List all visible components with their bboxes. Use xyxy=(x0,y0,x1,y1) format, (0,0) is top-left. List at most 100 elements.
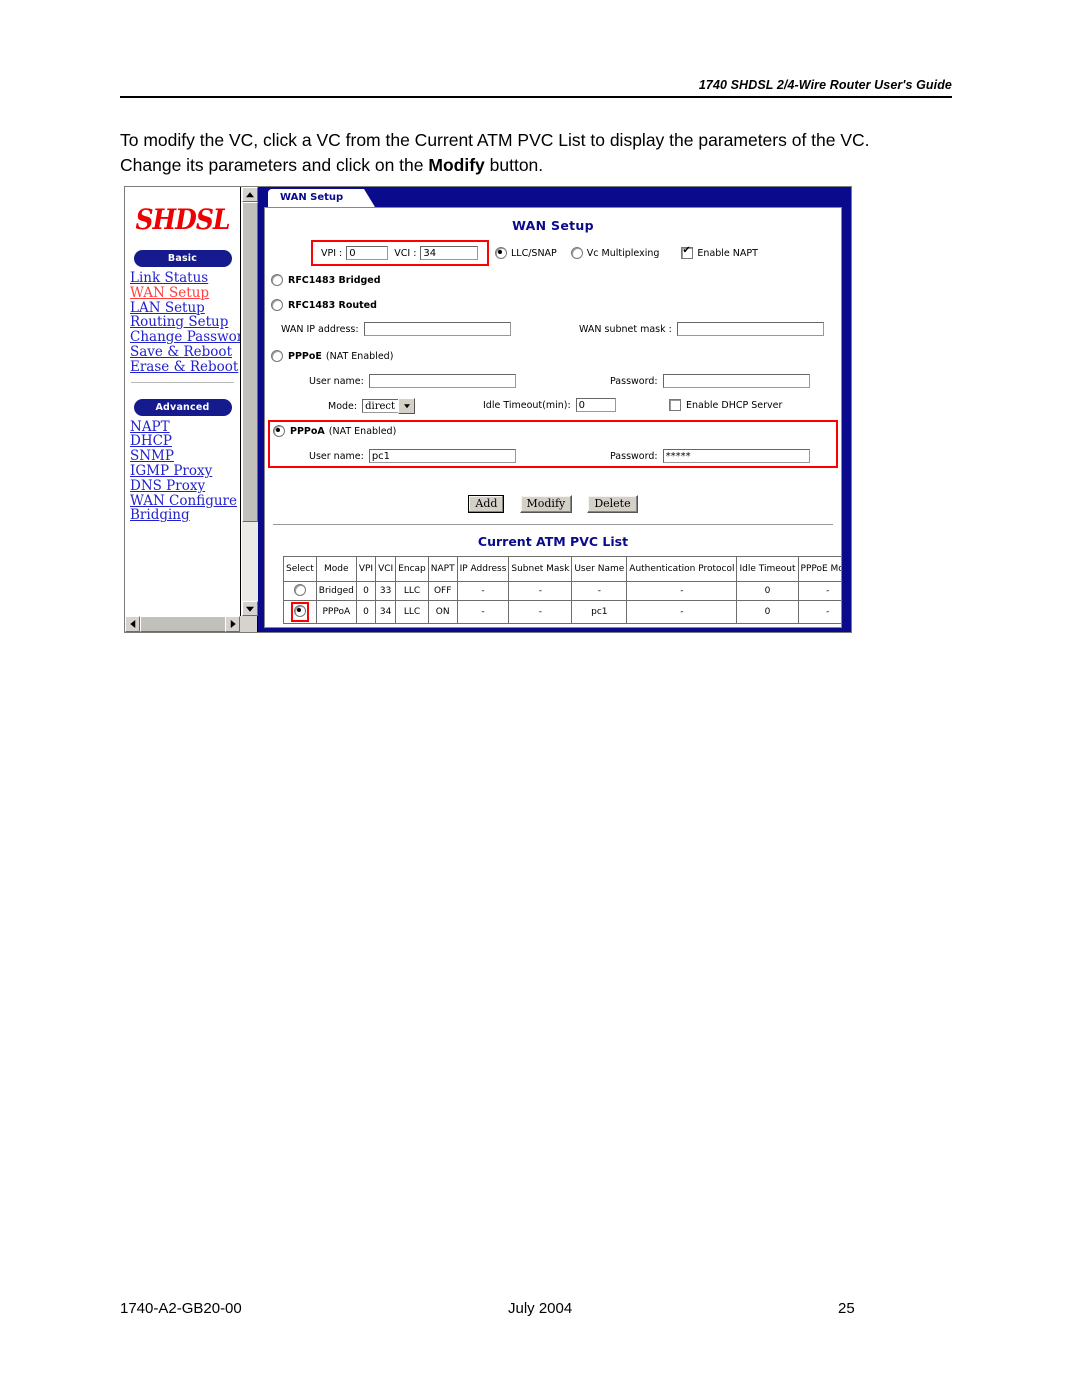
wan-mask-input[interactable] xyxy=(676,322,824,336)
radio-pppoe[interactable] xyxy=(271,350,283,362)
radio-rfc1483-routed[interactable] xyxy=(271,299,283,311)
mode-select-value[interactable]: direct xyxy=(362,399,399,413)
wan-ip-input[interactable] xyxy=(363,322,511,336)
select-radio-wrapper xyxy=(293,583,307,599)
enable-napt-label: Enable NAPT xyxy=(697,247,758,259)
footer-doc-number: 1740-A2-GB20-00 xyxy=(120,1300,242,1317)
modify-button[interactable]: Modify xyxy=(519,495,573,513)
chevron-down-icon xyxy=(403,404,410,409)
idle-timeout-row: Idle Timeout(min): 0 xyxy=(483,398,616,412)
sidebar-item-change-password[interactable]: Change Password xyxy=(130,330,240,345)
llcsnap-label: LLC/SNAP xyxy=(511,247,557,259)
select-radio-wrapper-highlighted xyxy=(290,602,309,622)
horizontal-scroll-thumb[interactable] xyxy=(140,616,228,632)
section-divider xyxy=(273,524,833,525)
sidebar-item-napt[interactable]: NAPT xyxy=(130,419,240,435)
th-encap: Encap xyxy=(395,556,429,582)
intro-line-2: Change its parameters and click on the M… xyxy=(120,153,958,178)
scroll-up-button[interactable] xyxy=(242,187,258,202)
sidebar-item-snmp[interactable]: SNMP xyxy=(130,449,240,464)
row-select-cell[interactable] xyxy=(283,581,317,601)
cell-auth-protocol: - xyxy=(626,600,738,624)
nav-divider xyxy=(131,381,234,383)
cell-encap: LLC xyxy=(395,600,429,624)
radio-llcsnap[interactable] xyxy=(495,247,507,259)
wan-ip-row: WAN IP address: xyxy=(281,322,511,336)
option-pppoa: PPPoA (NAT Enabled) xyxy=(273,425,396,437)
sidebar-item-dhcp[interactable]: DHCP xyxy=(130,434,240,449)
mode-dropdown-button[interactable] xyxy=(398,398,416,414)
sidebar-item-bridging[interactable]: Bridging xyxy=(130,508,240,523)
table-row[interactable]: Bridged 0 33 LLC OFF - - - - 0 - Down xyxy=(283,581,841,601)
cell-napt: OFF xyxy=(427,581,458,601)
nav-vertical-scrollbar[interactable] xyxy=(241,187,258,616)
th-vpi: VPI xyxy=(355,556,377,582)
tab-wan-setup[interactable]: WAN Setup xyxy=(268,189,375,207)
pppoa-password-input[interactable]: ***** xyxy=(662,449,810,463)
pppoa-password-row: Password: ***** xyxy=(610,449,810,463)
pvc-list-title: Current ATM PVC List xyxy=(477,534,629,549)
vc-multiplexing-label: Vc Multiplexing xyxy=(586,247,660,259)
pppoe-password-input[interactable] xyxy=(662,374,810,388)
nav-horizontal-scrollbar[interactable] xyxy=(125,616,257,632)
chevron-left-icon xyxy=(129,620,135,628)
table-header-row: Select Mode VPI VCI Encap NAPT IP Addres… xyxy=(283,556,841,582)
row-select-radio[interactable] xyxy=(293,584,306,596)
vertical-scroll-trough[interactable] xyxy=(242,522,258,601)
rfc1483-routed-label: RFC1483 Routed xyxy=(288,299,377,311)
option-rfc1483-routed: RFC1483 Routed xyxy=(271,299,377,311)
pppoa-note: (NAT Enabled) xyxy=(328,425,397,437)
wan-setup-panel: WAN Setup VPI : 0 VCI : 34 LLC/SNAP Vc M… xyxy=(264,207,842,628)
idle-timeout-label: Idle Timeout(min): xyxy=(483,399,571,411)
vpi-vci-highlight-box: VPI : 0 VCI : 34 xyxy=(311,240,489,266)
scroll-right-button[interactable] xyxy=(225,616,240,632)
th-user-name: User Name xyxy=(571,556,628,582)
sidebar-item-routing-setup[interactable]: Routing Setup xyxy=(130,315,240,330)
checkbox-enable-napt[interactable] xyxy=(681,245,694,259)
checkbox-enable-dhcp-server[interactable] xyxy=(669,399,681,411)
sidebar-item-wan-setup[interactable]: WAN Setup xyxy=(130,285,240,301)
sidebar-item-igmp-proxy[interactable]: IGMP Proxy xyxy=(130,464,240,479)
sidebar-item-lan-setup[interactable]: LAN Setup xyxy=(130,300,240,316)
th-pppoe-mode: PPPoE Mode xyxy=(797,556,841,582)
cell-subnet-mask: - xyxy=(508,600,573,624)
radio-vc-multiplexing[interactable] xyxy=(570,247,583,259)
sidebar-item-save-reboot[interactable]: Save & Reboot xyxy=(130,345,240,360)
intro-paragraph: To modify the VC, click a VC from the Cu… xyxy=(120,128,958,178)
pppoe-user-row: User name: xyxy=(309,374,516,388)
add-button[interactable]: Add xyxy=(468,495,505,513)
chevron-up-icon xyxy=(246,191,254,197)
pppoa-user-input[interactable]: pc1 xyxy=(368,449,516,463)
pppoe-password-label: Password: xyxy=(610,375,658,387)
enable-dhcp-server-label: Enable DHCP Server xyxy=(686,399,783,411)
radio-pppoa[interactable] xyxy=(273,425,285,437)
table-row[interactable]: PPPoA 0 34 LLC ON - - pc1 - 0 - Down xyxy=(283,600,841,624)
idle-timeout-input[interactable]: 0 xyxy=(575,398,616,412)
sidebar-item-dns-proxy[interactable]: DNS Proxy xyxy=(130,478,240,494)
vertical-scroll-thumb[interactable] xyxy=(242,202,258,522)
row-select-radio[interactable] xyxy=(293,605,306,617)
cell-mode: Bridged xyxy=(315,581,357,601)
mode-label: Mode: xyxy=(328,400,358,412)
current-atm-pvc-table: Select Mode VPI VCI Encap NAPT IP Addres… xyxy=(283,556,841,624)
sidebar-item-wan-configure[interactable]: WAN Configure xyxy=(130,493,240,509)
vci-input[interactable]: 34 xyxy=(420,246,479,260)
encapsulation-options: LLC/SNAP Vc Multiplexing Enable NAPT xyxy=(495,245,758,259)
cell-auth-protocol: - xyxy=(626,581,738,601)
cell-vci: 33 xyxy=(375,581,397,601)
scroll-down-button[interactable] xyxy=(242,601,258,616)
sidebar-item-link-status[interactable]: Link Status xyxy=(130,271,240,286)
radio-rfc1483-bridged[interactable] xyxy=(271,274,283,286)
pppoe-user-input[interactable] xyxy=(368,374,516,388)
sidebar-item-erase-reboot[interactable]: Erase & Reboot xyxy=(130,359,240,375)
delete-button[interactable]: Delete xyxy=(587,495,638,513)
row-select-cell[interactable] xyxy=(283,600,317,624)
th-napt: NAPT xyxy=(427,556,458,582)
option-rfc1483-bridged: RFC1483 Bridged xyxy=(271,274,381,286)
pppoa-label: PPPoA xyxy=(290,425,325,437)
scroll-left-button[interactable] xyxy=(125,616,140,632)
th-idle-timeout: Idle Timeout xyxy=(736,556,799,582)
footer-page-number: 25 xyxy=(838,1300,855,1317)
vpi-input[interactable]: 0 xyxy=(346,246,389,260)
th-select: Select xyxy=(283,556,317,582)
